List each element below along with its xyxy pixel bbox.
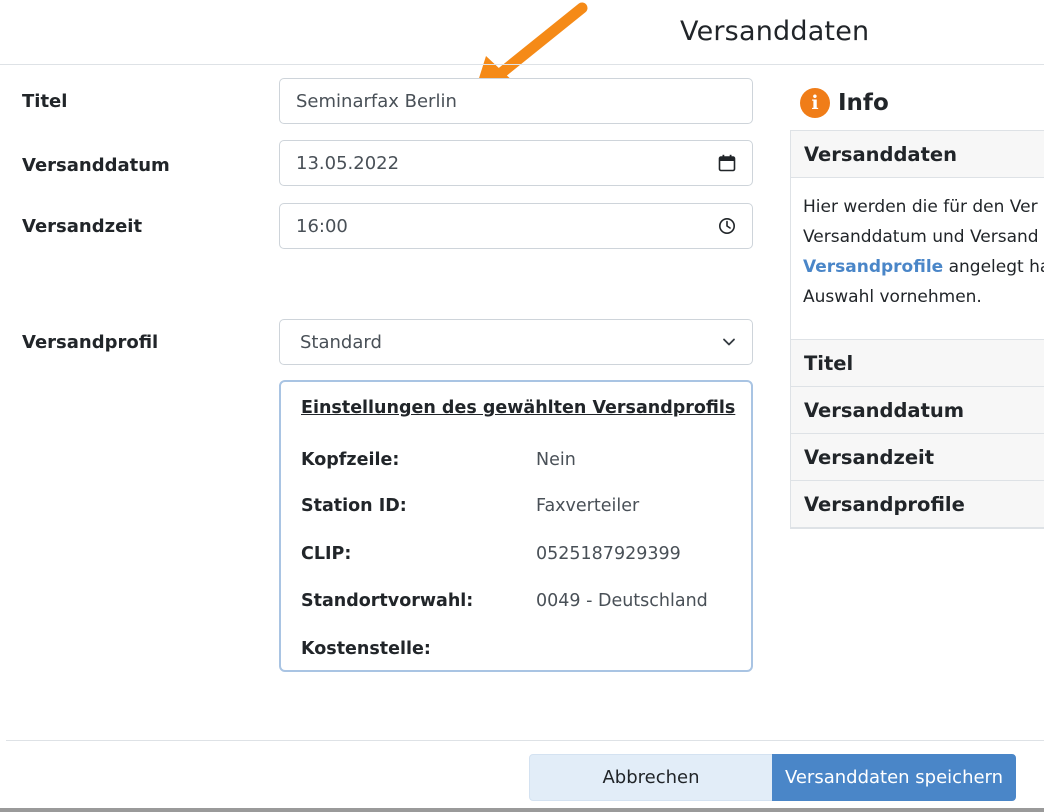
accordion-item-titel[interactable]: Titel	[791, 340, 1044, 387]
versanddaten-dialog: Versanddaten Titel Versanddatum Versandz…	[0, 0, 1044, 812]
cancel-button[interactable]: Abbrechen	[529, 754, 773, 801]
title-input-value: Seminarfax Berlin	[296, 90, 457, 112]
info-icon: i	[800, 88, 830, 118]
info-header: i Info	[800, 88, 889, 118]
title-input[interactable]: Seminarfax Berlin	[279, 78, 753, 124]
accordion-item-versanddaten[interactable]: Versanddaten	[791, 131, 1044, 178]
date-input-value: 13.05.2022	[296, 152, 400, 174]
save-button[interactable]: Versanddaten speichern	[772, 754, 1016, 801]
info-text-line: Auswahl vornehmen.	[803, 287, 982, 307]
time-input[interactable]: 16:00	[279, 203, 753, 249]
profile-settings-heading: Einstellungen des gewählten Versandprofi…	[301, 398, 736, 418]
profile-row-value: 0049 - Deutschland	[536, 591, 708, 611]
profile-row-label: Kopfzeile:	[301, 450, 400, 470]
date-input[interactable]: 13.05.2022	[279, 140, 753, 186]
profile-select-value: Standard	[300, 331, 382, 353]
info-text-line: Versandprofile angelegt ha	[803, 252, 1044, 282]
profile-settings-box: Einstellungen des gewählten Versandprofi…	[279, 380, 753, 672]
accordion-item-versanddatum[interactable]: Versanddatum	[791, 387, 1044, 434]
info-text-line: Hier werden die für den Ver	[803, 197, 1038, 217]
profile-row-value: Nein	[536, 450, 576, 470]
modal-title: Versanddaten	[680, 16, 870, 47]
accordion-item-label: Versanddaten	[804, 142, 958, 166]
title-label: Titel	[22, 91, 68, 112]
footer-divider	[6, 740, 1044, 741]
profile-select[interactable]: Standard	[279, 319, 753, 365]
profile-row-value: Faxverteiler	[536, 496, 640, 516]
info-accordion: Versanddaten Hier werden die für den Ver…	[790, 130, 1044, 529]
info-text-line: Versanddatum und Versand	[803, 227, 1039, 247]
time-input-value: 16:00	[296, 215, 348, 237]
chevron-down-icon	[722, 337, 736, 347]
accordion-item-label: Titel	[804, 351, 854, 375]
header-divider	[0, 64, 1044, 65]
profile-row-label: Kostenstelle:	[301, 639, 431, 659]
profile-row-label: CLIP:	[301, 544, 352, 564]
profile-row-label: Station ID:	[301, 496, 407, 516]
clock-icon[interactable]	[718, 217, 736, 235]
date-label: Versanddatum	[22, 155, 170, 176]
accordion-item-versandprofile[interactable]: Versandprofile	[791, 481, 1044, 528]
accordion-body: Hier werden die für den Ver Versanddatum…	[791, 180, 1044, 340]
time-label: Versandzeit	[22, 216, 143, 237]
info-title: Info	[838, 90, 889, 116]
accordion-item-label: Versanddatum	[804, 398, 965, 422]
profile-row-label: Standortvorwahl:	[301, 591, 474, 611]
accordion-item-versandzeit[interactable]: Versandzeit	[791, 434, 1044, 481]
profile-label: Versandprofil	[22, 332, 159, 353]
versandprofile-link[interactable]: Versandprofile	[803, 257, 943, 277]
calendar-icon[interactable]	[718, 154, 736, 172]
window-bottom-edge	[0, 808, 1044, 812]
info-text-fragment: angelegt ha	[943, 257, 1044, 277]
accordion-item-label: Versandzeit	[804, 445, 935, 469]
accordion-item-label: Versandprofile	[804, 492, 965, 516]
profile-row-value: 0525187929399	[536, 544, 681, 564]
